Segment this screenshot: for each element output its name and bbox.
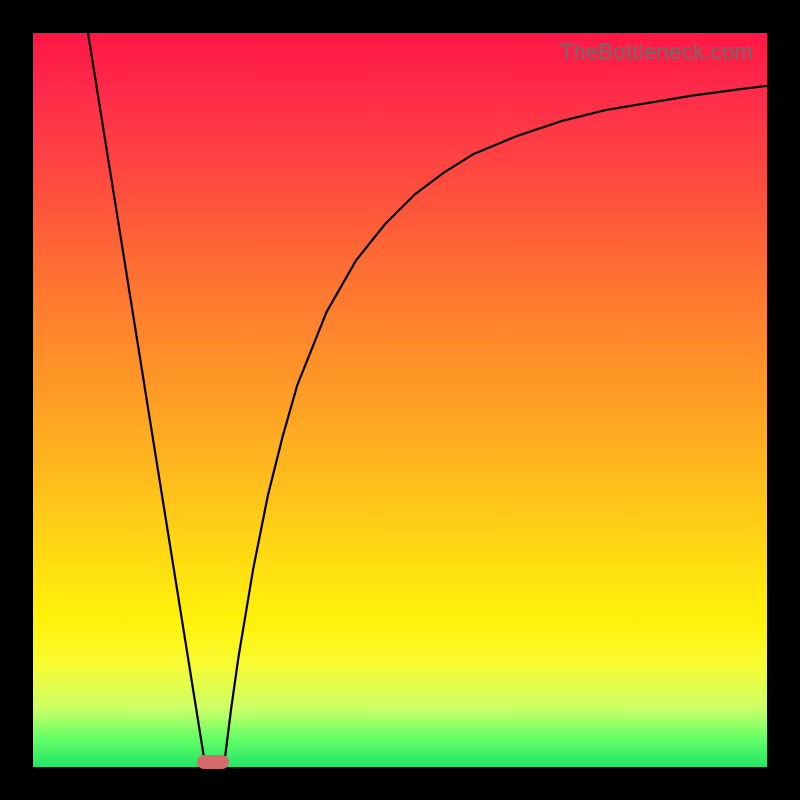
bottleneck-curve bbox=[33, 33, 767, 767]
plot-area: TheBottleneck.com bbox=[33, 33, 767, 767]
optimal-marker bbox=[197, 755, 229, 769]
curve-path bbox=[88, 33, 767, 767]
chart-frame: TheBottleneck.com bbox=[0, 0, 800, 800]
